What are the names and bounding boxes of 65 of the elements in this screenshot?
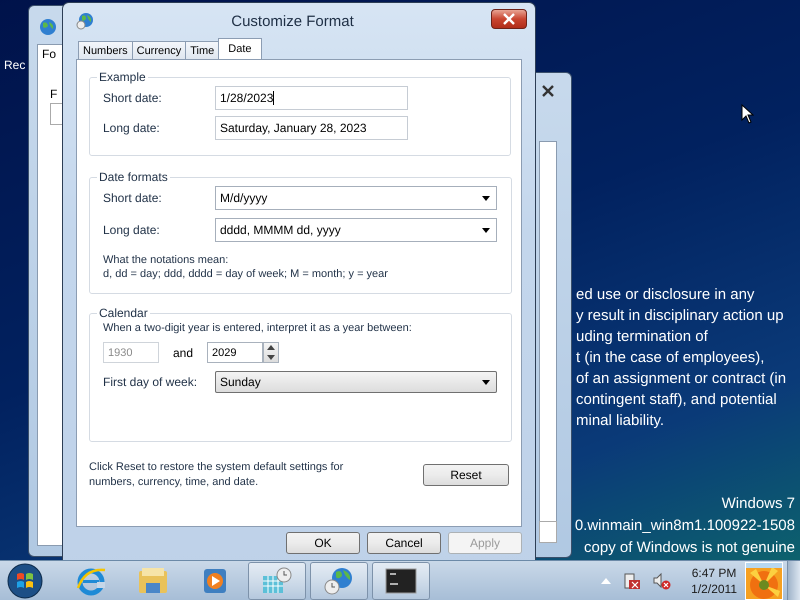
window-title: Customize Format xyxy=(230,12,355,30)
prompt-text: When a two-digit year is entered, interpret it as a year between: xyxy=(103,322,413,334)
cursor-icon xyxy=(741,104,754,124)
notations-text: d, dd = day; ddd, dddd = day of week; M = month; y = year xyxy=(103,268,389,280)
dropdown[interactable]: M/d/yyyy xyxy=(215,186,497,210)
close-button[interactable] xyxy=(491,9,527,29)
group-title: Calendar xyxy=(98,306,149,320)
close-icon xyxy=(502,13,516,25)
desktop-icon-label[interactable]: Rec xyxy=(4,58,26,72)
input-field[interactable]: 2029 xyxy=(207,342,264,363)
spin-button[interactable] xyxy=(263,342,280,363)
input-field[interactable]: 1/28/2023 xyxy=(215,86,408,110)
field-label: Short date: xyxy=(103,191,163,205)
field-label: First day of week: xyxy=(103,375,198,389)
notice-line: t (in the case of employees), xyxy=(576,348,766,368)
dialog-button[interactable]: Cancel xyxy=(367,532,441,554)
show-desktop-button[interactable] xyxy=(787,560,800,600)
watermark-line: Windows 7 xyxy=(722,494,795,514)
dropdown[interactable]: Sunday xyxy=(215,371,497,393)
group-title: Example xyxy=(98,70,147,84)
notations-title: What the notations mean: xyxy=(103,254,230,266)
tab[interactable]: Date xyxy=(218,38,262,59)
group-title: Date formats xyxy=(98,170,169,184)
and-label: and xyxy=(173,346,194,360)
input-field[interactable] xyxy=(539,521,557,543)
notice-line: of an assignment or contract (in xyxy=(576,369,786,389)
globe-clock-button[interactable] xyxy=(310,562,368,600)
input-field[interactable]: Saturday, January 28, 2023 xyxy=(215,116,408,140)
speaker-muted-icon[interactable] xyxy=(653,572,672,590)
close-icon[interactable] xyxy=(541,85,555,97)
browser-icon xyxy=(75,566,107,596)
watermark-line: 0.winmain_win8m1.100922-1508 xyxy=(574,516,795,536)
terminal-button[interactable] xyxy=(372,562,430,600)
dialog-button[interactable]: OK xyxy=(286,532,360,554)
caret-icon xyxy=(482,196,490,200)
folder-icon xyxy=(137,566,169,596)
notice-line: y result in disciplinary action up xyxy=(576,306,785,326)
field-label: Short date: xyxy=(103,91,163,105)
caret-icon xyxy=(482,380,490,384)
calendar-clock-icon xyxy=(260,566,294,596)
field-label: Long date: xyxy=(103,223,161,237)
tab[interactable]: Currency xyxy=(132,41,186,59)
globe-clock-icon xyxy=(76,12,94,30)
reset-button[interactable]: Reset xyxy=(423,464,509,486)
tab[interactable]: Fo xyxy=(42,47,56,61)
notice-line: contingent staff), and potential xyxy=(576,390,778,410)
calendar-clock-button[interactable] xyxy=(248,562,306,600)
clock[interactable]: 6:47 PM 1/2/2011 xyxy=(691,564,737,596)
tab[interactable]: Time xyxy=(185,41,220,59)
up-arrow-icon xyxy=(267,345,276,350)
globe-icon xyxy=(39,18,57,36)
field-label: F xyxy=(50,87,58,101)
down-arrow-icon xyxy=(267,354,276,360)
caret-icon xyxy=(482,228,490,232)
watermark-line: copy of Windows is not genuine xyxy=(584,538,795,558)
field-label: Long date: xyxy=(103,121,161,135)
start-button[interactable] xyxy=(6,562,44,600)
notice-line: uding termination of xyxy=(576,327,709,347)
reset-note: Click Reset to restore the system default settings for numbers, currency, time, and date. xyxy=(89,460,344,490)
dropdown[interactable]: dddd, MMMM dd, yyyy xyxy=(215,218,497,242)
network-error-icon[interactable] xyxy=(623,572,642,590)
tab[interactable]: Numbers xyxy=(78,41,133,59)
notice-line: ed use or disclosure in any xyxy=(576,285,756,305)
terminal-icon xyxy=(384,566,418,596)
notice-line: minal liability. xyxy=(576,411,666,431)
